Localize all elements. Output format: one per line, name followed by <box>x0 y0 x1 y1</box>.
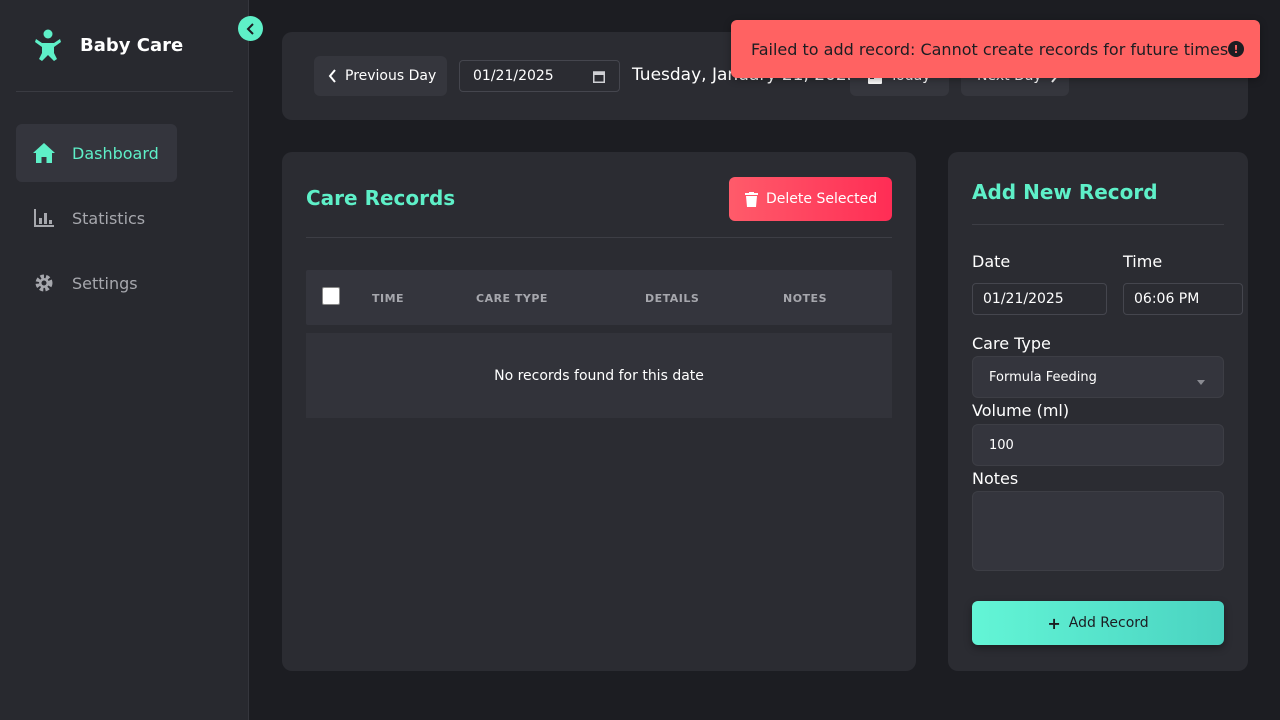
date-picker-value: 01/21/2025 <box>473 68 554 84</box>
time-field-value: 06:06 PM <box>1134 291 1200 307</box>
add-record-label: Add Record <box>1068 615 1149 631</box>
column-header-care-type[interactable]: CARE TYPE <box>476 292 548 305</box>
divider <box>306 237 892 238</box>
add-record-card: Add New Record Date 01/21/2025 Time 06:0… <box>948 152 1248 671</box>
column-header-time[interactable]: TIME <box>372 292 404 305</box>
records-table-header: TIME CARE TYPE DETAILS NOTES <box>306 270 892 325</box>
chart-icon <box>32 206 56 230</box>
plus-icon: + <box>1047 613 1061 633</box>
baby-icon <box>32 28 64 64</box>
column-header-notes[interactable]: NOTES <box>783 292 827 305</box>
date-field-value: 01/21/2025 <box>983 291 1064 307</box>
care-type-label: Care Type <box>972 334 1051 353</box>
sidebar-item-label: Statistics <box>72 208 146 228</box>
sidebar-item-statistics[interactable]: Statistics <box>16 189 177 247</box>
time-label: Time <box>1123 252 1163 271</box>
toast-message: Failed to add record: Cannot create reco… <box>751 39 1229 59</box>
chevron-left-icon <box>246 22 256 35</box>
gear-icon <box>32 271 56 295</box>
volume-value: 100 <box>989 437 1014 453</box>
date-label: Date <box>972 252 1011 271</box>
notes-label: Notes <box>972 469 1019 488</box>
sidebar-nav: Dashboard Statistics Settings <box>16 124 233 319</box>
sidebar-item-dashboard[interactable]: Dashboard <box>16 124 177 182</box>
error-toast[interactable]: Failed to add record: Cannot create reco… <box>731 20 1260 78</box>
sidebar: Baby Care Dashboard Statistics Settings <box>0 0 249 720</box>
empty-state-row: No records found for this date <box>306 333 892 418</box>
chevron-left-icon <box>328 69 337 83</box>
delete-selected-label: Delete Selected <box>766 191 878 207</box>
select-all-checkbox[interactable] <box>322 287 340 305</box>
sidebar-collapse-button[interactable] <box>238 16 263 41</box>
date-picker-input[interactable]: 01/21/2025 <box>459 60 620 92</box>
empty-state-message: No records found for this date <box>494 367 704 384</box>
notes-textarea[interactable] <box>972 491 1224 571</box>
add-record-button[interactable]: + Add Record <box>972 601 1224 645</box>
care-records-card: Care Records Delete Selected TIME CARE T… <box>282 152 916 671</box>
volume-input[interactable]: 100 <box>972 424 1224 466</box>
sidebar-item-label: Dashboard <box>72 143 159 163</box>
app-title: Baby Care <box>80 35 184 56</box>
previous-day-button[interactable]: Previous Day <box>314 56 447 96</box>
care-records-title: Care Records <box>306 186 456 210</box>
care-type-select[interactable]: Formula Feeding <box>972 356 1224 398</box>
caret-down-icon <box>1197 374 1205 389</box>
sidebar-item-settings[interactable]: Settings <box>16 254 177 312</box>
divider <box>972 224 1224 225</box>
error-icon: ! <box>1228 41 1244 57</box>
brand: Baby Care <box>16 0 233 92</box>
volume-label: Volume (ml) <box>972 401 1070 420</box>
calendar-icon[interactable] <box>593 70 605 87</box>
home-icon <box>32 141 56 165</box>
sidebar-item-label: Settings <box>72 273 138 293</box>
time-field[interactable]: 06:06 PM <box>1123 283 1243 315</box>
previous-day-label: Previous Day <box>345 68 437 84</box>
delete-selected-button[interactable]: Delete Selected <box>729 177 892 221</box>
column-header-details[interactable]: DETAILS <box>645 292 699 305</box>
trash-icon <box>745 191 758 207</box>
care-type-value: Formula Feeding <box>989 369 1097 385</box>
date-field[interactable]: 01/21/2025 <box>972 283 1107 315</box>
add-record-title: Add New Record <box>972 180 1158 204</box>
